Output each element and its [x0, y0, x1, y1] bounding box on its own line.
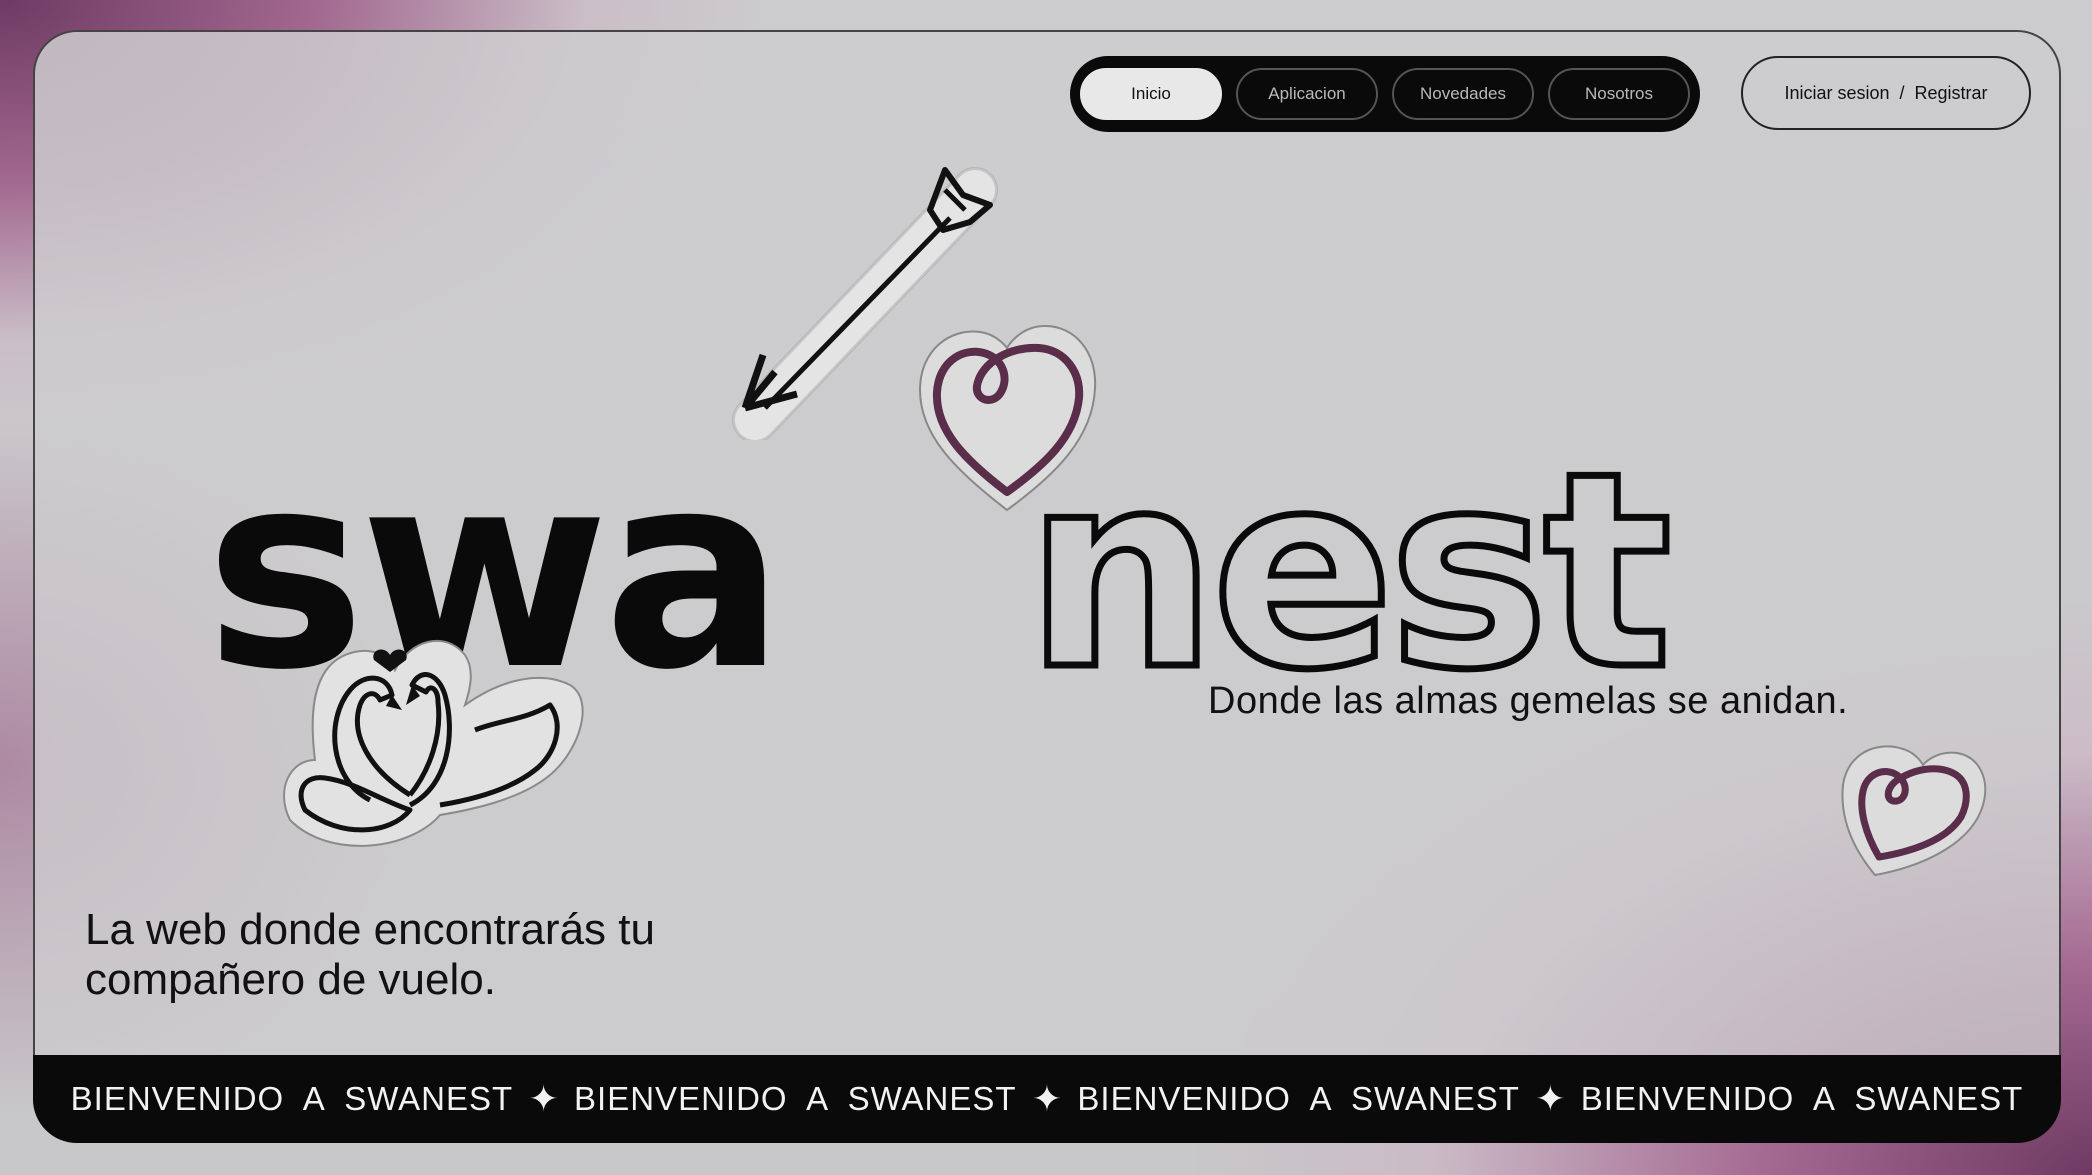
- nav-aplicacion-button[interactable]: Aplicacion: [1236, 68, 1378, 120]
- auth-separator: /: [1899, 82, 1905, 103]
- heart-sticker-icon: [918, 324, 1097, 512]
- nav-novedades-button[interactable]: Novedades: [1392, 68, 1534, 120]
- login-link[interactable]: Iniciar sesion: [1784, 83, 1889, 104]
- nav-inicio-button[interactable]: Inicio: [1080, 68, 1222, 120]
- hero-subtitle: La web donde encontrarás tu compañero de…: [85, 905, 655, 1005]
- main-nav: Inicio Aplicacion Novedades Nosotros: [1070, 56, 1700, 132]
- marquee-text: BIENVENIDO A SWANEST: [70, 1080, 514, 1117]
- sparkle-icon: ✦: [1535, 1078, 1566, 1119]
- marquee-text: BIENVENIDO A SWANEST: [1580, 1080, 2024, 1117]
- hero-subtitle-line-1: La web donde encontrarás tu: [85, 905, 655, 954]
- hero-tagline: Donde las almas gemelas se anidan.: [1208, 680, 1849, 722]
- logo-outline-text: nest: [1025, 414, 1670, 690]
- auth-pill: Iniciar sesion / Registrar: [1741, 56, 2031, 130]
- nav-nosotros-button[interactable]: Nosotros: [1548, 68, 1690, 120]
- swans-sticker-icon: [283, 639, 584, 847]
- sparkle-icon: ✦: [1031, 1078, 1063, 1119]
- heart-sticker-small-icon: [1841, 745, 1987, 877]
- hero-subtitle-line-2: compañero de vuelo.: [85, 955, 496, 1004]
- marquee-text: BIENVENIDO A SWANEST: [1077, 1080, 1520, 1117]
- welcome-marquee: BIENVENIDO A SWANEST ✦ BIENVENIDO A SWAN…: [33, 1055, 2061, 1143]
- sparkle-icon: ✦: [528, 1078, 559, 1119]
- register-link[interactable]: Registrar: [1915, 83, 1988, 104]
- marquee-text: BIENVENIDO A SWANEST: [574, 1080, 1017, 1117]
